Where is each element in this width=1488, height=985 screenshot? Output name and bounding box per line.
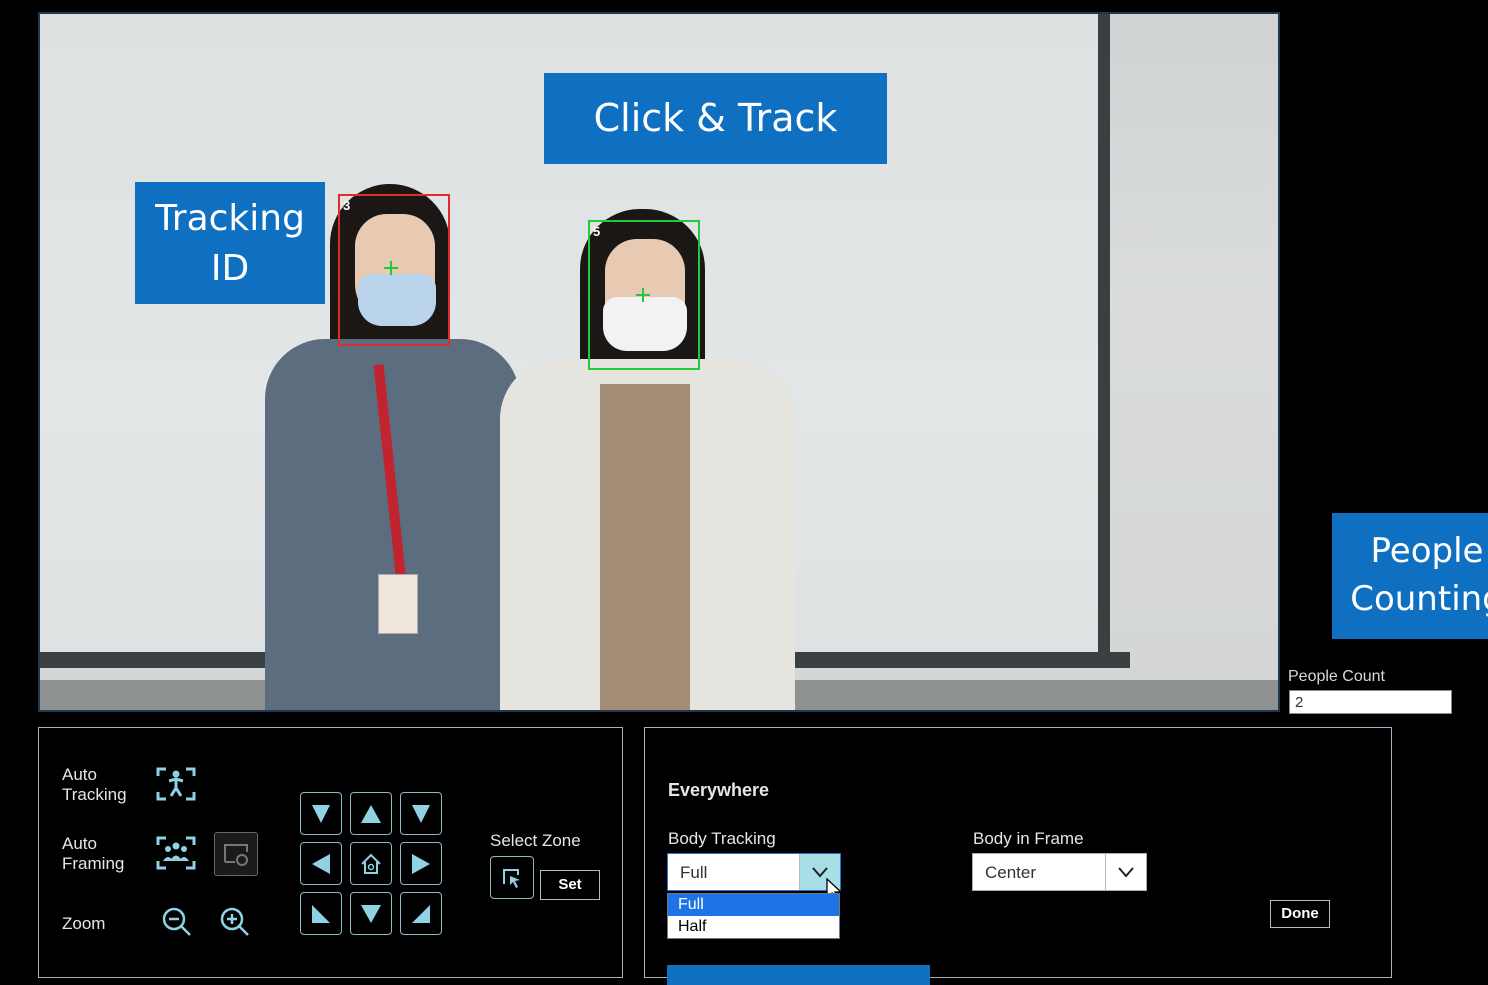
zoom-out-icon bbox=[162, 907, 191, 936]
callout-click-track: Click & Track bbox=[544, 73, 887, 164]
tracking-box-selected[interactable]: 3 bbox=[338, 194, 450, 346]
tracking-id-label: 3 bbox=[343, 198, 351, 213]
zoom-in-icon bbox=[220, 907, 249, 936]
body-in-frame-value: Center bbox=[985, 863, 1037, 882]
select-zone-label: Select Zone bbox=[490, 831, 581, 850]
dropdown-toggle[interactable] bbox=[1105, 854, 1146, 890]
option-full[interactable]: Full bbox=[668, 894, 839, 916]
arrow-down-icon bbox=[361, 904, 381, 923]
camera-control-panel: Auto Tracking Auto Framing Zoom Select Z… bbox=[38, 727, 623, 978]
zoom-out-button[interactable] bbox=[155, 900, 199, 944]
pan-up-left-button[interactable] bbox=[300, 792, 342, 835]
callout-bar-bottom bbox=[667, 965, 930, 985]
callout-text: Tracking ID bbox=[155, 198, 305, 289]
home-button[interactable] bbox=[350, 842, 392, 885]
body-tracking-value: Full bbox=[680, 863, 708, 882]
person-tracking-icon bbox=[156, 767, 196, 801]
zoom-label: Zoom bbox=[62, 914, 106, 933]
arrow-up-left-icon bbox=[312, 804, 330, 823]
auto-tracking-label: Auto Tracking bbox=[62, 765, 127, 804]
callout-tracking-id: Tracking ID bbox=[135, 182, 325, 304]
arrow-right-icon bbox=[412, 853, 430, 874]
auto-tracking-button[interactable] bbox=[154, 762, 198, 806]
target-crosshair-icon bbox=[384, 261, 398, 275]
set-button[interactable]: Set bbox=[540, 870, 600, 900]
target-crosshair-icon bbox=[636, 288, 650, 302]
framing-reset-button[interactable] bbox=[214, 832, 258, 876]
callout-people-counting-clip: People Counting bbox=[1332, 513, 1488, 639]
people-count-field[interactable] bbox=[1289, 690, 1452, 714]
arrow-up-right-icon bbox=[412, 804, 430, 823]
option-half[interactable]: Half bbox=[668, 916, 839, 938]
home-icon bbox=[361, 853, 381, 874]
tracking-id-label: 5 bbox=[593, 224, 601, 239]
zoom-in-button[interactable] bbox=[213, 900, 257, 944]
select-zone-icon bbox=[503, 868, 520, 888]
callout-people-counting: People Counting bbox=[1332, 513, 1488, 639]
people-count-label: People Count bbox=[1288, 668, 1385, 685]
chevron-down-icon bbox=[1118, 867, 1134, 878]
auto-framing-button[interactable] bbox=[154, 831, 198, 875]
callout-text: People Counting bbox=[1350, 531, 1488, 619]
body-tracking-options: Full Half bbox=[667, 893, 840, 939]
framing-reset-icon bbox=[224, 844, 248, 866]
arrow-left-icon bbox=[312, 853, 330, 874]
tilt-up-button[interactable] bbox=[350, 792, 392, 835]
body-tracking-label: Body Tracking bbox=[668, 829, 776, 848]
pan-down-left-button[interactable] bbox=[300, 892, 342, 935]
callout-text: Click & Track bbox=[593, 96, 838, 140]
chevron-down-icon bbox=[812, 867, 828, 878]
pan-down-right-button[interactable] bbox=[400, 892, 442, 935]
tilt-down-button[interactable] bbox=[350, 892, 392, 935]
body-in-frame-label: Body in Frame bbox=[973, 829, 1084, 848]
done-button[interactable]: Done bbox=[1270, 900, 1330, 928]
pan-left-button[interactable] bbox=[300, 842, 342, 885]
pan-up-right-button[interactable] bbox=[400, 792, 442, 835]
pan-right-button[interactable] bbox=[400, 842, 442, 885]
select-zone-button[interactable] bbox=[490, 856, 534, 899]
arrow-down-right-icon bbox=[412, 904, 430, 923]
group-framing-icon bbox=[156, 836, 196, 870]
zone-heading: Everywhere bbox=[668, 780, 770, 800]
arrow-down-left-icon bbox=[312, 904, 330, 923]
arrow-up-icon bbox=[361, 804, 381, 823]
body-tracking-select[interactable]: Full bbox=[667, 853, 841, 891]
auto-framing-label: Auto Framing bbox=[62, 834, 125, 873]
tracking-box[interactable]: 5 bbox=[588, 220, 700, 370]
body-in-frame-select[interactable]: Center bbox=[972, 853, 1147, 891]
